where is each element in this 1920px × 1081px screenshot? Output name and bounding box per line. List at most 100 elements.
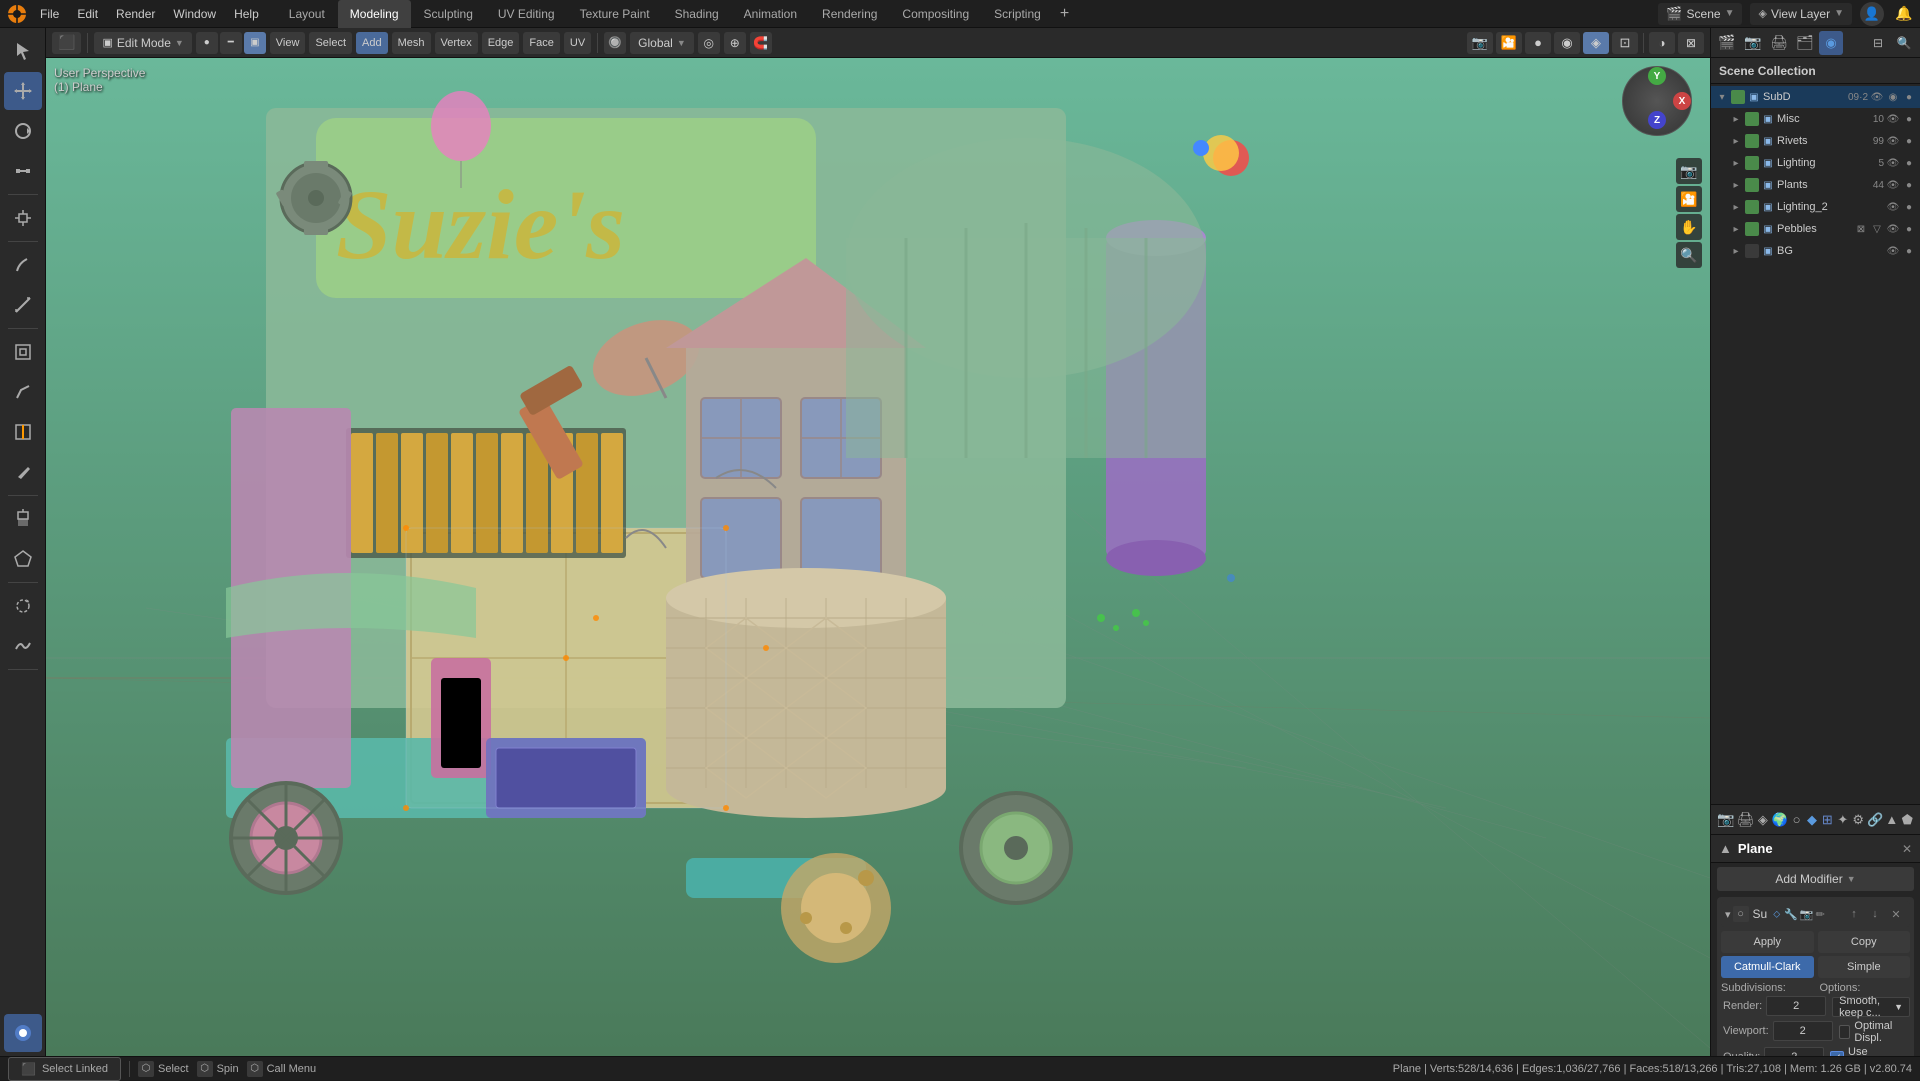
- tab-layout[interactable]: Layout: [277, 0, 337, 28]
- lighting-render-icon[interactable]: ●: [1902, 156, 1916, 170]
- outliner-item-misc[interactable]: ▸ ▣ Misc 10 👁 ●: [1711, 108, 1920, 130]
- outliner-item-subd[interactable]: ▾ ▣ SubD 09·2 👁 ◉ ●: [1711, 86, 1920, 108]
- add-modifier-button[interactable]: Add Modifier ▼: [1717, 867, 1914, 891]
- loop-cut-tool[interactable]: [4, 413, 42, 451]
- prop-modifier-icon[interactable]: ⊞: [1821, 809, 1834, 831]
- filter-icon[interactable]: ⊟: [1866, 31, 1890, 55]
- pebbles-render-icon[interactable]: ●: [1902, 222, 1916, 236]
- modifier-delete-icon[interactable]: ✕: [1886, 904, 1906, 924]
- bg-render-icon[interactable]: ●: [1902, 244, 1916, 258]
- annotate-tool[interactable]: [4, 246, 42, 284]
- move-tool[interactable]: [4, 72, 42, 110]
- add-menu[interactable]: Add: [356, 32, 388, 54]
- pebbles-eye-icon[interactable]: 👁: [1886, 222, 1900, 236]
- prop-scene-icon[interactable]: 🌍: [1772, 809, 1788, 831]
- viewport-shading-wireframe[interactable]: ⊡: [1612, 32, 1638, 54]
- visibility-lighting[interactable]: [1745, 156, 1759, 170]
- expand-lighting[interactable]: ▸: [1729, 156, 1743, 170]
- inset-tool[interactable]: [4, 333, 42, 371]
- pan-view-icon[interactable]: ✋: [1676, 214, 1702, 240]
- viewport-shading-solid[interactable]: ●: [1525, 32, 1551, 54]
- optimal-disp-checkbox[interactable]: [1839, 1025, 1851, 1039]
- mode-selector[interactable]: ▣ Edit Mode ▼: [94, 32, 191, 54]
- tab-texture-paint[interactable]: Texture Paint: [568, 0, 662, 28]
- expand-rivets[interactable]: ▸: [1729, 134, 1743, 148]
- extrude-face-tool[interactable]: [4, 540, 42, 578]
- pebbles-filter1-icon[interactable]: ⊠: [1854, 222, 1868, 236]
- spin-tool[interactable]: [4, 587, 42, 625]
- tab-uv-editing[interactable]: UV Editing: [486, 0, 567, 28]
- plants-render-icon[interactable]: ●: [1902, 178, 1916, 192]
- gizmo-x-axis[interactable]: X: [1673, 92, 1691, 110]
- display-face-icon[interactable]: ▣: [244, 32, 266, 54]
- vertex-menu[interactable]: Vertex: [435, 32, 478, 54]
- apply-button[interactable]: Apply: [1721, 931, 1814, 953]
- overlay-toggle[interactable]: ◑: [1649, 32, 1675, 54]
- modifier-down-icon[interactable]: ↓: [1865, 904, 1885, 924]
- catmull-clark-button[interactable]: Catmull-Clark: [1721, 956, 1814, 978]
- expand-subd[interactable]: ▾: [1715, 90, 1729, 104]
- prop-world-icon[interactable]: ○: [1790, 809, 1803, 831]
- camera-view-icon[interactable]: 📷: [1676, 158, 1702, 184]
- smooth-dropdown[interactable]: Smooth, keep c... ▼: [1832, 997, 1910, 1017]
- view-layer-selector[interactable]: ◈ View Layer ▼: [1750, 3, 1852, 25]
- transform-tool[interactable]: [4, 199, 42, 237]
- visibility-subd[interactable]: [1731, 90, 1745, 104]
- plants-eye-icon[interactable]: 👁: [1886, 178, 1900, 192]
- editor-type-button[interactable]: ⬛: [52, 32, 81, 54]
- expand-bg[interactable]: ▸: [1729, 244, 1743, 258]
- outliner-item-lighting2[interactable]: ▸ ▣ Lighting_2 👁 ●: [1711, 196, 1920, 218]
- knife-tool[interactable]: [4, 453, 42, 491]
- object-close-icon[interactable]: ✕: [1902, 842, 1912, 856]
- scene-selector[interactable]: 🎬 Scene ▼: [1658, 3, 1742, 25]
- snap-icon[interactable]: 🔘: [604, 32, 626, 54]
- menu-window[interactable]: Window: [165, 3, 224, 25]
- display-edge-icon[interactable]: ━: [220, 32, 242, 54]
- modifier-realtime-icon[interactable]: ○: [1733, 906, 1749, 922]
- prop-physics-icon[interactable]: ⚙: [1852, 809, 1865, 831]
- render-properties-icon[interactable]: 📷: [1741, 31, 1765, 55]
- prop-constraints-icon[interactable]: 🔗: [1867, 809, 1883, 831]
- view-menu[interactable]: View: [270, 32, 306, 54]
- viewport-navigation-gizmo[interactable]: X Y Z: [1622, 66, 1702, 146]
- xray-toggle[interactable]: ⊠: [1678, 32, 1704, 54]
- render-preview-icon[interactable]: 🎦: [1496, 32, 1522, 54]
- pivot-selector[interactable]: Global ▼: [630, 32, 694, 54]
- rivets-render-icon[interactable]: ●: [1902, 134, 1916, 148]
- scale-tool[interactable]: [4, 152, 42, 190]
- misc-eye-icon[interactable]: 👁: [1886, 112, 1900, 126]
- prop-particles-icon[interactable]: ✦: [1836, 809, 1849, 831]
- rotate-tool[interactable]: [4, 112, 42, 150]
- visibility-rivets[interactable]: [1745, 134, 1759, 148]
- outliner-item-pebbles[interactable]: ▸ ▣ Pebbles ⊠ ▽ 👁 ●: [1711, 218, 1920, 240]
- pebbles-filter2-icon[interactable]: ▽: [1870, 222, 1884, 236]
- visibility-misc[interactable]: [1745, 112, 1759, 126]
- lighting2-render-icon[interactable]: ●: [1902, 200, 1916, 214]
- rivets-eye-icon[interactable]: 👁: [1886, 134, 1900, 148]
- bevel-tool[interactable]: [4, 373, 42, 411]
- outliner-item-plants[interactable]: ▸ ▣ Plants 44 👁 ●: [1711, 174, 1920, 196]
- edit-mesh-active[interactable]: [4, 1014, 42, 1052]
- add-workspace-button[interactable]: +: [1054, 3, 1075, 25]
- simple-button[interactable]: Simple: [1818, 956, 1911, 978]
- visibility-pebbles[interactable]: [1745, 222, 1759, 236]
- search-icon[interactable]: 🔍: [1892, 31, 1916, 55]
- prop-material-icon[interactable]: ⬟: [1901, 809, 1914, 831]
- subd-render-icon[interactable]: ●: [1902, 90, 1916, 104]
- render-view-icon[interactable]: 🎦: [1676, 186, 1702, 212]
- viewport-shading-rendered[interactable]: ◈: [1583, 32, 1609, 54]
- prop-object-icon[interactable]: ◆: [1805, 809, 1818, 831]
- tab-shading[interactable]: Shading: [663, 0, 731, 28]
- viewport[interactable]: Suzie's: [46, 58, 1710, 1056]
- tab-rendering[interactable]: Rendering: [810, 0, 889, 28]
- subd-select-icon[interactable]: ◉: [1886, 90, 1900, 104]
- zoom-view-icon[interactable]: 🔍: [1676, 242, 1702, 268]
- mesh-menu[interactable]: Mesh: [392, 32, 431, 54]
- lighting2-eye-icon[interactable]: 👁: [1886, 200, 1900, 214]
- tab-animation[interactable]: Animation: [732, 0, 809, 28]
- edge-menu[interactable]: Edge: [482, 32, 520, 54]
- expand-pebbles[interactable]: ▸: [1729, 222, 1743, 236]
- magnet-icon[interactable]: 🧲: [750, 32, 772, 54]
- expand-misc[interactable]: ▸: [1729, 112, 1743, 126]
- tab-scripting[interactable]: Scripting: [982, 0, 1053, 28]
